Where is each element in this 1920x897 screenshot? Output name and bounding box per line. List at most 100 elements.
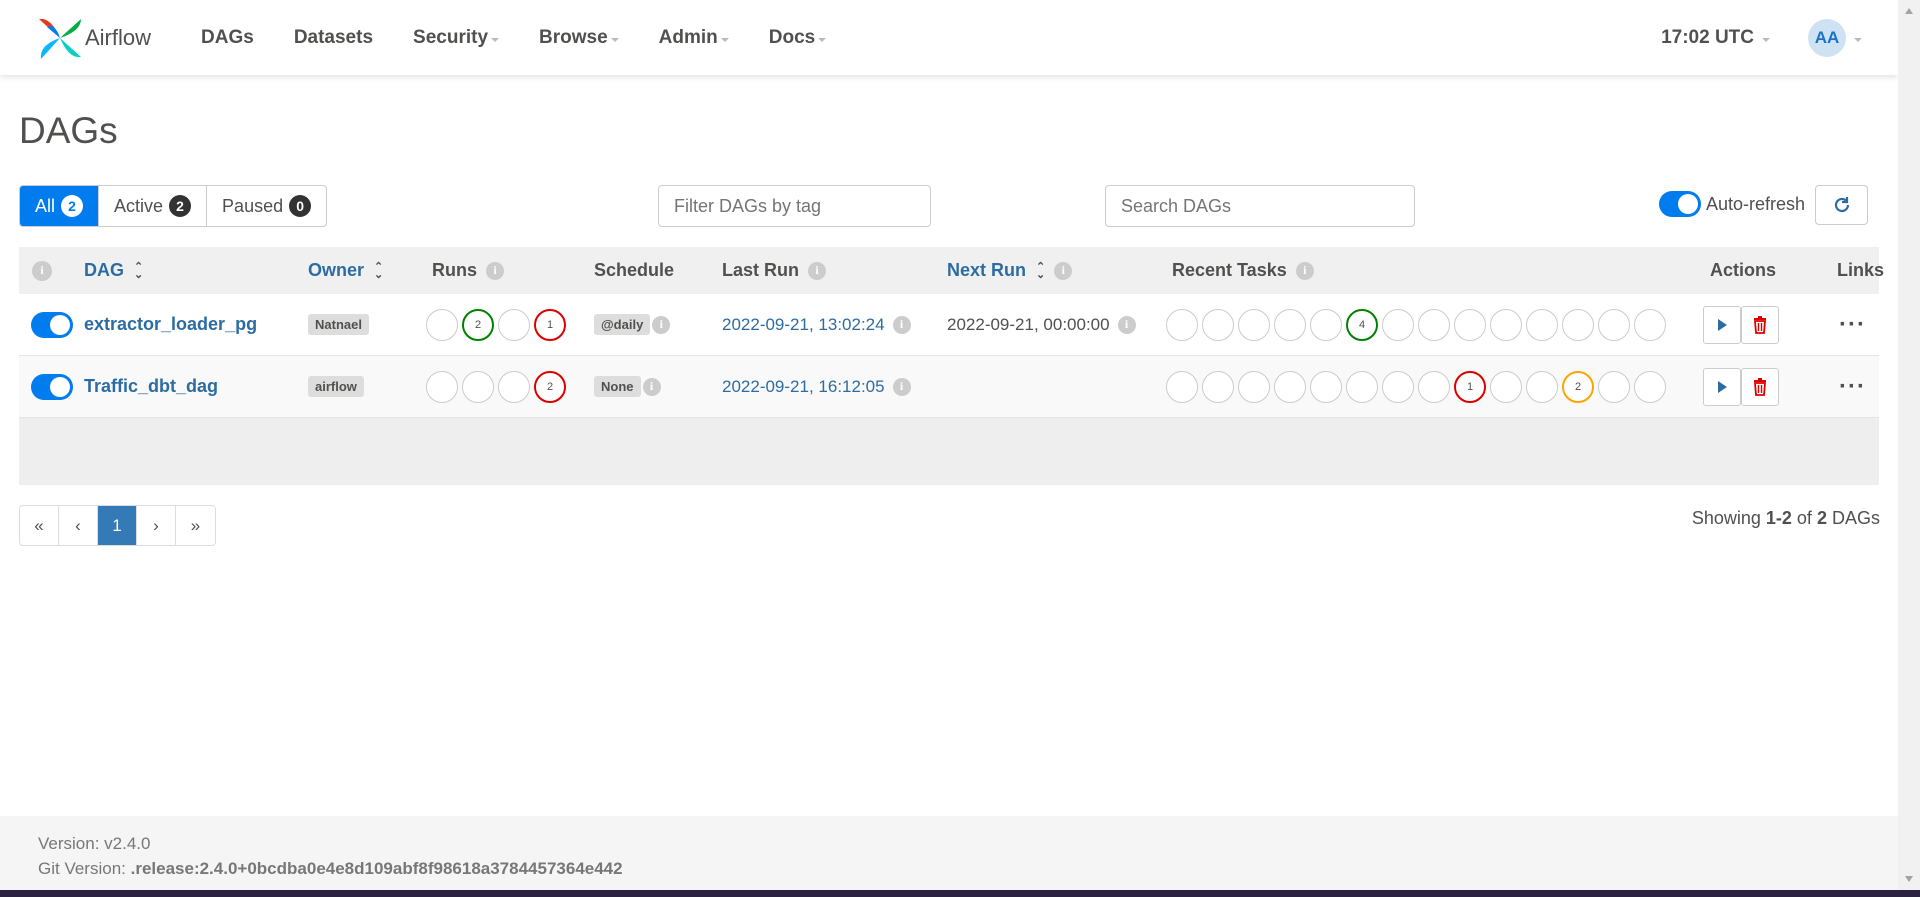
refresh-button[interactable] (1815, 185, 1868, 225)
info-icon[interactable]: i (652, 315, 671, 334)
auto-refresh-toggle[interactable] (1659, 191, 1701, 217)
task-state-circle[interactable] (1166, 370, 1198, 403)
task-state-circle[interactable] (1166, 308, 1198, 341)
info-icon[interactable]: i (1295, 261, 1314, 280)
info-icon[interactable]: i (1117, 315, 1136, 334)
trigger-dag-button[interactable] (1703, 305, 1741, 344)
task-state-circle[interactable] (1598, 308, 1630, 341)
header-next-run[interactable]: Next Run ⌃ ⌄ i (947, 247, 1073, 294)
avatar: AA (1808, 18, 1846, 57)
task-state-circle[interactable] (1418, 370, 1450, 403)
dag-pause-toggle[interactable] (31, 373, 73, 400)
info-icon[interactable]: i (1054, 261, 1073, 280)
task-state-circle[interactable] (1202, 308, 1234, 341)
nav-browse[interactable]: Browse (539, 27, 619, 49)
task-state-circle[interactable] (1310, 308, 1342, 341)
task-state-circle[interactable] (1274, 308, 1306, 341)
task-state-circle[interactable] (1346, 370, 1378, 403)
info-icon[interactable]: i (32, 260, 52, 281)
search-dags-input[interactable] (1105, 185, 1415, 227)
info-icon[interactable]: i (892, 377, 911, 396)
recent-tasks-cell: 4 (1166, 294, 1670, 355)
task-state-circle[interactable] (1598, 370, 1630, 403)
timezone-clock-dropdown[interactable]: 17:02 UTC (1661, 27, 1770, 49)
run-state-circle[interactable] (462, 370, 494, 403)
run-state-circle[interactable]: 2 (534, 370, 566, 403)
task-state-circle[interactable] (1526, 308, 1558, 341)
last-run-link[interactable]: 2022-09-21, 16:12:05 (722, 377, 885, 397)
dag-pause-toggle-cell (31, 294, 73, 355)
header-info[interactable]: i (32, 247, 52, 294)
trigger-dag-button[interactable] (1703, 367, 1741, 406)
task-state-circle[interactable]: 2 (1562, 370, 1594, 403)
task-state-circle[interactable]: 4 (1346, 308, 1378, 341)
info-icon[interactable]: i (642, 377, 661, 396)
owner-badge[interactable]: airflow (308, 376, 364, 397)
dag-pause-toggle[interactable] (31, 311, 73, 338)
schedule-badge[interactable]: @daily (594, 314, 651, 335)
task-state-circle[interactable] (1418, 308, 1450, 341)
delete-dag-button[interactable] (1741, 305, 1779, 344)
task-state-circle[interactable] (1238, 308, 1270, 341)
info-icon[interactable]: i (808, 261, 827, 280)
task-state-circle[interactable] (1562, 308, 1594, 341)
task-state-circle[interactable] (1454, 308, 1486, 341)
next-run-cell: 2022-09-21, 00:00:00 i (947, 294, 1136, 355)
sort-icon[interactable]: ⌃ ⌄ (1036, 261, 1045, 280)
task-state-circle[interactable] (1634, 308, 1666, 341)
tab-paused[interactable]: Paused 0 (207, 186, 326, 226)
nav-security[interactable]: Security (413, 27, 500, 49)
user-menu[interactable]: AA (1808, 18, 1862, 57)
task-state-circle[interactable] (1490, 308, 1522, 341)
info-icon[interactable]: i (892, 315, 911, 334)
scroll-up-icon[interactable] (1905, 8, 1913, 14)
sort-icon[interactable]: ⌃ ⌄ (374, 261, 383, 280)
task-state-circle[interactable] (1526, 370, 1558, 403)
run-state-circle[interactable]: 1 (534, 308, 566, 341)
scroll-down-icon[interactable] (1905, 876, 1913, 882)
page-last[interactable]: » (176, 506, 215, 545)
nav-admin[interactable]: Admin (659, 27, 729, 49)
task-state-circle[interactable] (1490, 370, 1522, 403)
schedule-badge[interactable]: None (594, 376, 641, 397)
page-first[interactable]: « (20, 506, 59, 545)
nav-datasets[interactable]: Datasets (294, 27, 373, 49)
owner-badge[interactable]: Natnael (308, 314, 369, 335)
page-scrollbar[interactable] (1898, 0, 1920, 890)
airflow-logo-link[interactable]: Airflow (37, 15, 151, 61)
tag-filter-input[interactable] (658, 185, 931, 227)
header-actions: Actions (1710, 247, 1776, 294)
task-state-circle[interactable] (1202, 370, 1234, 403)
run-state-circle[interactable] (498, 308, 530, 341)
runs-circles: 21 (426, 308, 570, 341)
run-state-circle[interactable] (498, 370, 530, 403)
page-prev[interactable]: ‹ (59, 506, 98, 545)
run-state-circle[interactable]: 2 (462, 308, 494, 341)
run-state-circle[interactable] (426, 308, 458, 341)
dag-name-link[interactable]: extractor_loader_pg (84, 314, 257, 335)
task-state-circle[interactable] (1634, 370, 1666, 403)
tab-active[interactable]: Active 2 (99, 186, 208, 226)
task-state-circle[interactable] (1274, 370, 1306, 403)
info-icon[interactable]: i (486, 261, 504, 280)
run-state-circle[interactable] (426, 370, 458, 403)
more-links-icon[interactable]: ··· (1839, 373, 1866, 401)
task-state-circle[interactable] (1238, 370, 1270, 403)
more-links-icon[interactable]: ··· (1839, 311, 1866, 339)
task-state-circle[interactable] (1382, 370, 1414, 403)
dag-name-link[interactable]: Traffic_dbt_dag (84, 376, 218, 397)
page-next[interactable]: › (137, 506, 176, 545)
nav-dags[interactable]: DAGs (201, 27, 254, 49)
nav-docs[interactable]: Docs (769, 27, 827, 49)
header-owner[interactable]: Owner ⌃ ⌄ (308, 247, 383, 294)
header-dag[interactable]: DAG ⌃ ⌄ (84, 247, 143, 294)
task-state-circle[interactable] (1310, 370, 1342, 403)
sort-icon[interactable]: ⌃ ⌄ (134, 261, 143, 280)
tab-all[interactable]: All 2 (20, 186, 100, 226)
task-state-circle[interactable] (1382, 308, 1414, 341)
delete-dag-button[interactable] (1741, 367, 1779, 406)
task-state-circle[interactable]: 1 (1454, 370, 1486, 403)
footer: Version: v2.4.0 Git Version: .release:2.… (0, 816, 1898, 890)
last-run-link[interactable]: 2022-09-21, 13:02:24 (722, 315, 885, 335)
page-current[interactable]: 1 (98, 506, 137, 545)
